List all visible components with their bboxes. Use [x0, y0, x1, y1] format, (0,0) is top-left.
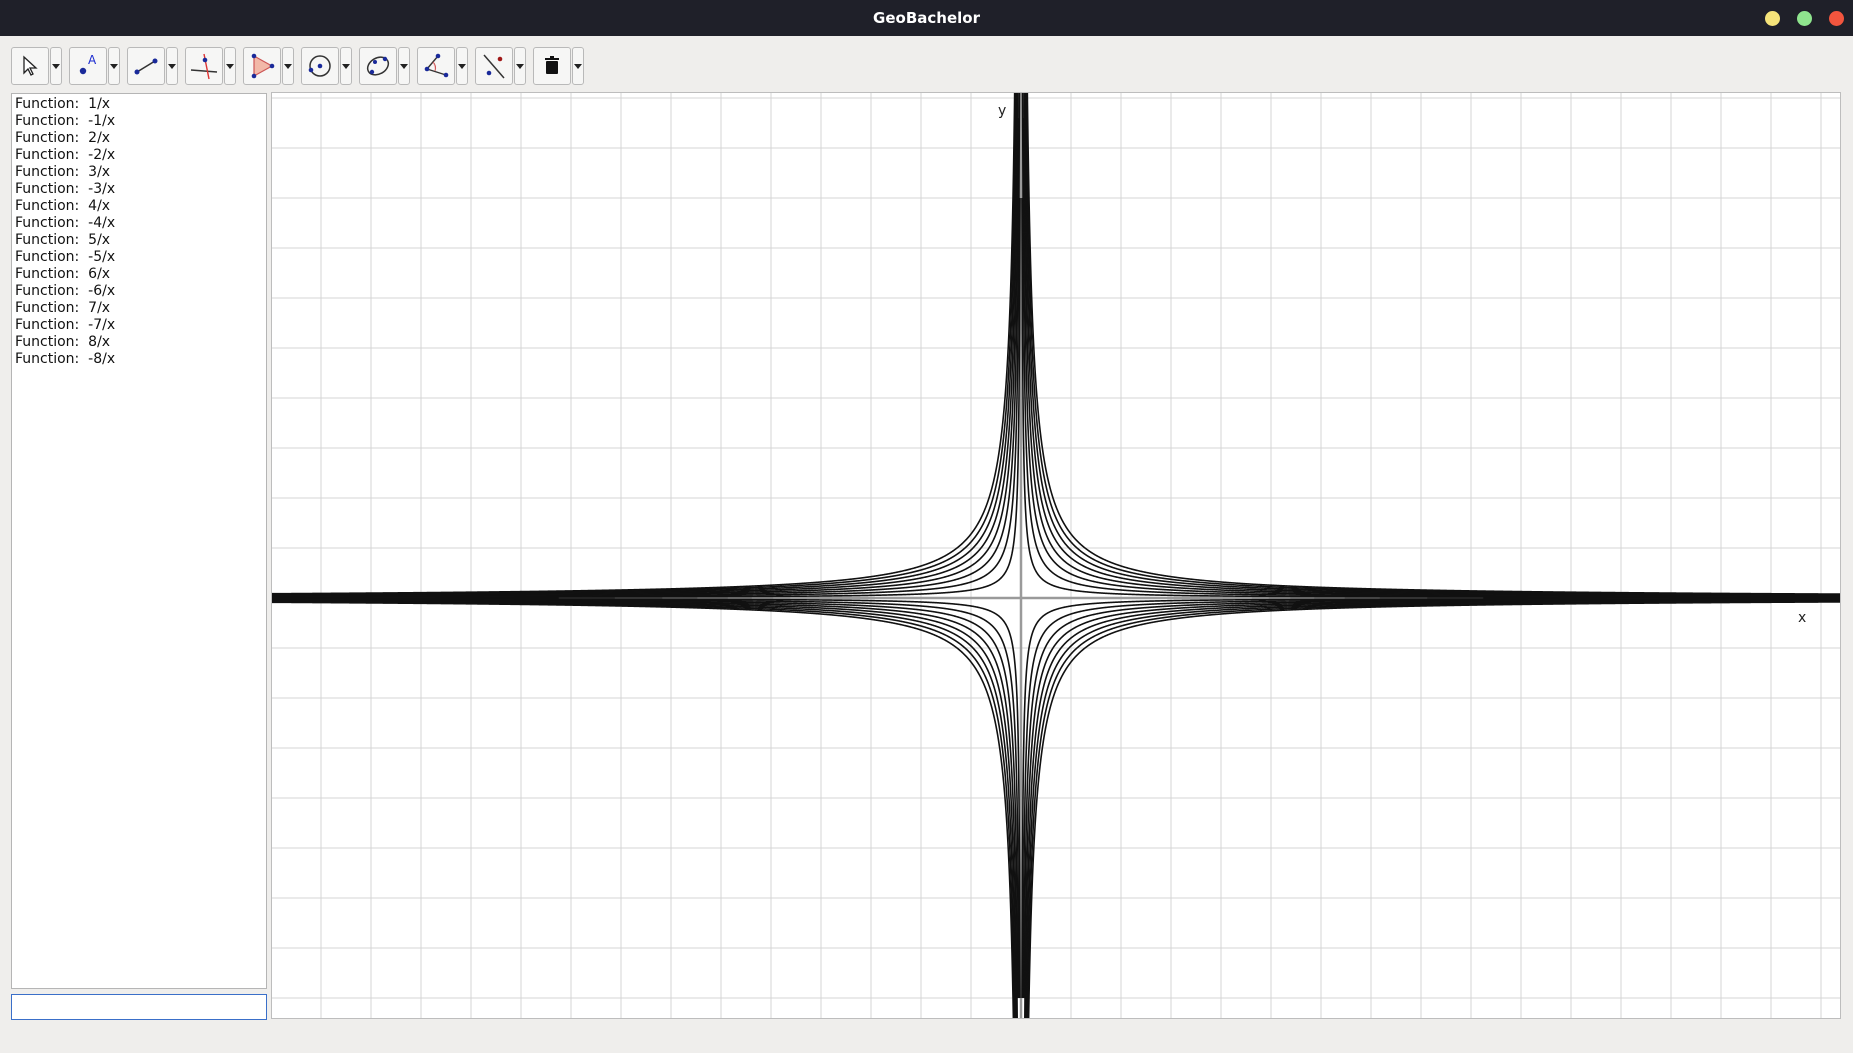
select-tool-dropdown[interactable] [50, 47, 62, 85]
function-curve[interactable] [1022, 117, 1841, 598]
reflect-tool-button[interactable] [475, 47, 513, 85]
point-label-icon: A [79, 53, 97, 75]
algebra-item[interactable]: Function: -2/x [15, 147, 266, 164]
close-button[interactable] [1829, 11, 1844, 26]
perpendicular-tool-dropdown[interactable] [224, 47, 236, 85]
chevron-down-icon [110, 63, 118, 69]
angle-tool-button[interactable] [417, 47, 455, 85]
y-axis-label: y [998, 103, 1006, 119]
x-axis-label: x [1798, 610, 1806, 626]
function-curve[interactable] [272, 93, 1018, 596]
title-bar: GeoBachelor [0, 0, 1853, 36]
minimize-button[interactable] [1765, 11, 1780, 26]
algebra-item[interactable]: Function: 8/x [15, 334, 266, 351]
chevron-down-icon [342, 63, 350, 69]
circle-tool-dropdown[interactable] [340, 47, 352, 85]
graphics-view[interactable]: x y [271, 92, 1841, 1019]
point-tool-button[interactable]: A [69, 47, 107, 85]
chevron-down-icon [284, 63, 292, 69]
toolbar: A [0, 36, 1853, 92]
function-curve[interactable] [1021, 93, 1841, 598]
function-curve[interactable] [272, 93, 1016, 595]
function-curve[interactable] [1024, 93, 1841, 596]
grid [272, 93, 1840, 1018]
point-tool-dropdown[interactable] [108, 47, 120, 85]
delete-tool-dropdown[interactable] [572, 47, 584, 85]
input-bar[interactable] [11, 994, 267, 1020]
segment-icon [134, 58, 158, 75]
chevron-down-icon [52, 63, 60, 69]
function-curve[interactable] [1023, 598, 1840, 999]
circle-center-icon [308, 55, 331, 77]
algebra-item[interactable]: Function: -5/x [15, 249, 266, 266]
polygon-tool-button[interactable] [243, 47, 281, 85]
function-curve[interactable] [1025, 600, 1841, 1018]
perpendicular-lines-icon [190, 53, 218, 80]
algebra-item[interactable]: Function: -4/x [15, 215, 266, 232]
function-curve[interactable] [1027, 601, 1840, 1018]
algebra-item[interactable]: Function: -7/x [15, 317, 266, 334]
function-curve[interactable] [272, 599, 1018, 1018]
maximize-button[interactable] [1797, 11, 1812, 26]
function-curve[interactable] [1025, 93, 1841, 596]
polygon-tool-dropdown[interactable] [282, 47, 294, 85]
function-curve[interactable] [272, 600, 1017, 1018]
function-curves [272, 93, 1840, 1018]
window-title: GeoBachelor [873, 9, 980, 27]
algebra-item[interactable]: Function: 2/x [15, 130, 266, 147]
svg-text:A: A [88, 53, 97, 67]
chevron-down-icon [226, 63, 234, 69]
chevron-down-icon [574, 63, 582, 69]
function-curve[interactable] [1024, 599, 1841, 1018]
chevron-down-icon [400, 63, 408, 69]
function-curve[interactable] [272, 93, 1017, 596]
algebra-item[interactable]: Function: -1/x [15, 113, 266, 130]
algebra-item[interactable]: Function: 5/x [15, 232, 266, 249]
algebra-view[interactable]: Function: 1/x Function: -1/x Function: 2/x… [11, 93, 267, 989]
circle-tool-button[interactable] [301, 47, 339, 85]
triangle-icon [251, 53, 275, 79]
chevron-down-icon [516, 63, 524, 69]
ellipse-icon [366, 56, 390, 76]
chevron-down-icon [458, 63, 466, 69]
function-curve[interactable] [272, 117, 1020, 598]
axes [272, 93, 1840, 1018]
algebra-item[interactable]: Function: 6/x [15, 266, 266, 283]
function-curve[interactable] [272, 598, 1020, 999]
trash-icon [545, 56, 559, 74]
delete-tool-button[interactable] [533, 47, 571, 85]
function-curve[interactable] [1024, 97, 1840, 597]
function-curve[interactable] [1026, 600, 1840, 1018]
function-list: Function: 1/x Function: -1/x Function: 2/x… [12, 94, 266, 368]
algebra-item[interactable]: Function: 1/x [15, 96, 266, 113]
function-curve[interactable] [1024, 599, 1841, 1018]
angle-tool-dropdown[interactable] [456, 47, 468, 85]
function-curve[interactable] [1023, 93, 1840, 597]
function-curve[interactable] [272, 599, 1018, 1018]
algebra-item[interactable]: Function: 7/x [15, 300, 266, 317]
function-curve[interactable] [272, 598, 1019, 999]
algebra-item[interactable]: Function: 3/x [15, 164, 266, 181]
reflect-tool-dropdown[interactable] [514, 47, 526, 85]
select-tool-button[interactable] [11, 47, 49, 85]
segment-tool-dropdown[interactable] [166, 47, 178, 85]
arrow-pointer-icon [23, 55, 38, 76]
function-curve[interactable] [272, 97, 1018, 597]
function-curve[interactable] [272, 600, 1016, 1018]
conic-tool-dropdown[interactable] [398, 47, 410, 85]
reflect-line-icon [483, 54, 505, 79]
segment-tool-button[interactable] [127, 47, 165, 85]
angle-icon [424, 53, 449, 78]
function-curve[interactable] [272, 93, 1021, 598]
algebra-item[interactable]: Function: -8/x [15, 351, 266, 368]
algebra-item[interactable]: Function: -3/x [15, 181, 266, 198]
algebra-item[interactable]: Function: -6/x [15, 283, 266, 300]
function-curve[interactable] [272, 93, 1019, 597]
function-curve[interactable] [272, 601, 1015, 1018]
chevron-down-icon [168, 63, 176, 69]
function-curve[interactable] [1026, 93, 1840, 595]
conic-tool-button[interactable] [359, 47, 397, 85]
algebra-item[interactable]: Function: 4/x [15, 198, 266, 215]
perpendicular-tool-button[interactable] [185, 47, 223, 85]
